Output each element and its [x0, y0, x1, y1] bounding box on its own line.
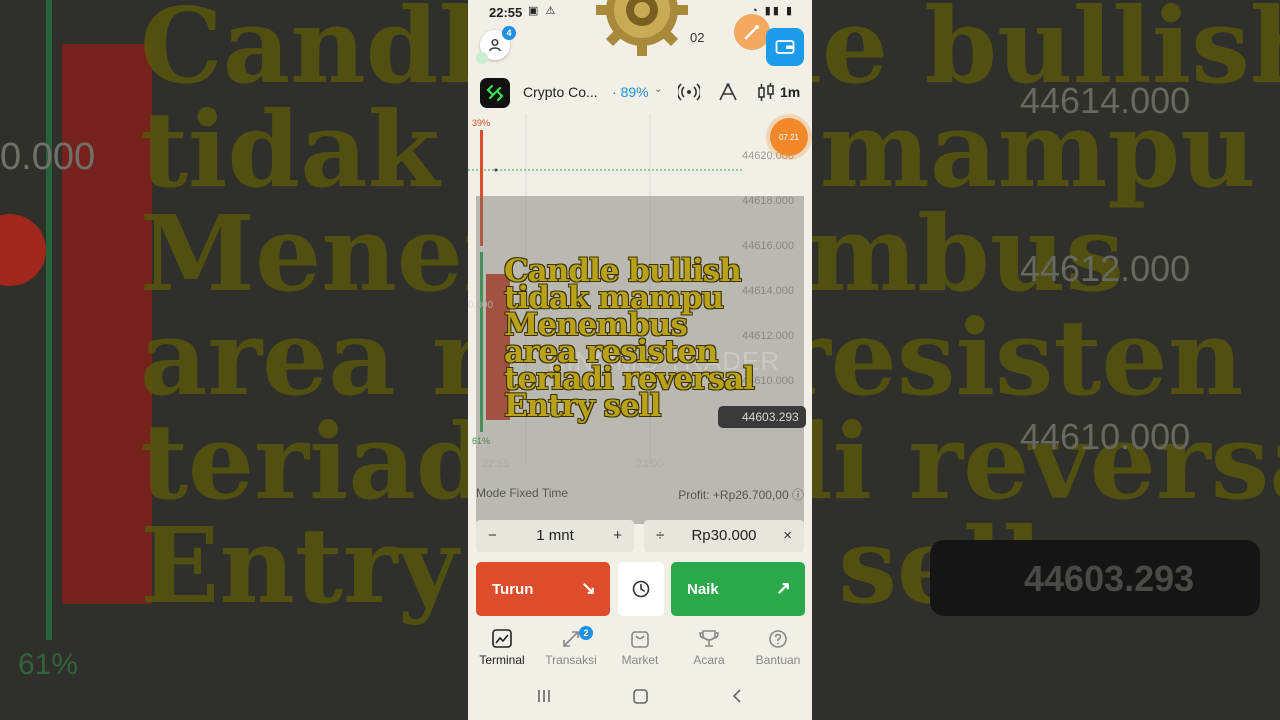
- wallet-icon: [775, 40, 795, 54]
- clock-icon: [632, 580, 650, 598]
- asset-logo-icon[interactable]: [480, 78, 510, 108]
- amount-multiply-button[interactable]: ×: [783, 527, 792, 544]
- status-level-icon: [476, 52, 488, 64]
- recent-apps-icon[interactable]: [538, 690, 550, 702]
- pending-order-button[interactable]: [618, 562, 664, 616]
- status-time: 22:55: [489, 5, 523, 20]
- help-icon: [769, 630, 787, 648]
- trophy-icon: [699, 630, 719, 647]
- user-icon: [489, 39, 501, 52]
- asset-selector[interactable]: Crypto Co...: [523, 84, 598, 100]
- system-navigation-bar: [538, 689, 741, 704]
- nav-transaksi[interactable]: 2 Transaksi: [537, 626, 605, 667]
- sentiment-down-percent: 39%: [472, 118, 491, 128]
- candlestick-icon[interactable]: [756, 82, 776, 102]
- time-axis-start: 22:55: [482, 458, 510, 470]
- nav-terminal[interactable]: Terminal: [468, 628, 536, 667]
- amount-value[interactable]: Rp30.000: [644, 527, 804, 544]
- drawing-tools-icon[interactable]: [717, 82, 739, 102]
- transaksi-badge: 2: [579, 626, 593, 640]
- background-right-panel: Candle bullish tidak mampu Menembus area…: [812, 0, 1280, 720]
- brush-button[interactable]: [734, 14, 770, 50]
- asset-payout[interactable]: · 89%: [612, 84, 649, 100]
- gear-icon: [596, 0, 688, 56]
- buy-button-label: Naik: [687, 581, 719, 598]
- duration-plus-button[interactable]: +: [613, 527, 622, 544]
- status-notification-icons: ▣ ⚠: [528, 5, 558, 17]
- broadcast-icon[interactable]: [678, 82, 700, 102]
- sell-button-label: Turun: [492, 581, 534, 598]
- bag-icon: [631, 631, 649, 648]
- arrow-down-right-icon: ↘: [580, 578, 596, 598]
- phone-screen: 22:55 ▣ ⚠ ◔ ▮▮ ▮ 4 02 Crypto Co... · 89%…: [468, 0, 812, 720]
- chart-icon: [492, 629, 512, 648]
- nav-market[interactable]: Market: [606, 628, 674, 667]
- sell-button[interactable]: Turun ↘: [476, 562, 610, 616]
- chevron-down-icon[interactable]: ⌄: [654, 84, 662, 95]
- background-left-panel: 0.000 Candle bullish tidak mampu Menembu…: [0, 0, 468, 720]
- duration-minus-button[interactable]: −: [488, 527, 497, 544]
- notification-badge: 4: [502, 26, 516, 40]
- mode-row: Mode Fixed Time Profit: +Rp26.700,00 ⓘ: [476, 486, 804, 502]
- help-icon[interactable]: ⓘ: [792, 488, 804, 502]
- time-axis-end: 23:00: [636, 458, 664, 470]
- wallet-button[interactable]: [766, 28, 804, 66]
- profit-label: Profit: +Rp26.700,00 ⓘ: [678, 488, 804, 502]
- asset-toolbar: Crypto Co... · 89% ⌄ 1m: [468, 74, 812, 110]
- buy-button[interactable]: Naik ↗: [671, 562, 805, 616]
- back-icon[interactable]: [732, 689, 741, 703]
- mode-label: Mode Fixed Time: [476, 486, 569, 500]
- home-icon[interactable]: [633, 689, 648, 704]
- nav-bantuan[interactable]: Bantuan: [744, 628, 812, 667]
- bottom-navigation: Terminal 2 Transaksi Market Acara Bantua…: [468, 622, 812, 672]
- timeframe-selector[interactable]: 1m: [780, 84, 800, 100]
- duration-control: 1 mnt − +: [476, 520, 634, 552]
- expiry-timer: 07.21: [770, 118, 808, 156]
- video-caption: Candle bullish tidak mampu Menembus area…: [504, 253, 755, 424]
- amount-divide-button[interactable]: ÷: [656, 527, 664, 544]
- arrows-icon: [563, 631, 579, 647]
- nav-acara[interactable]: Acara: [675, 628, 743, 667]
- duration-value[interactable]: 1 mnt: [476, 527, 634, 544]
- arrow-up-right-icon: ↗: [775, 578, 791, 598]
- amount-control: Rp30.000 ÷ ×: [644, 520, 804, 552]
- brush-icon: [744, 25, 759, 40]
